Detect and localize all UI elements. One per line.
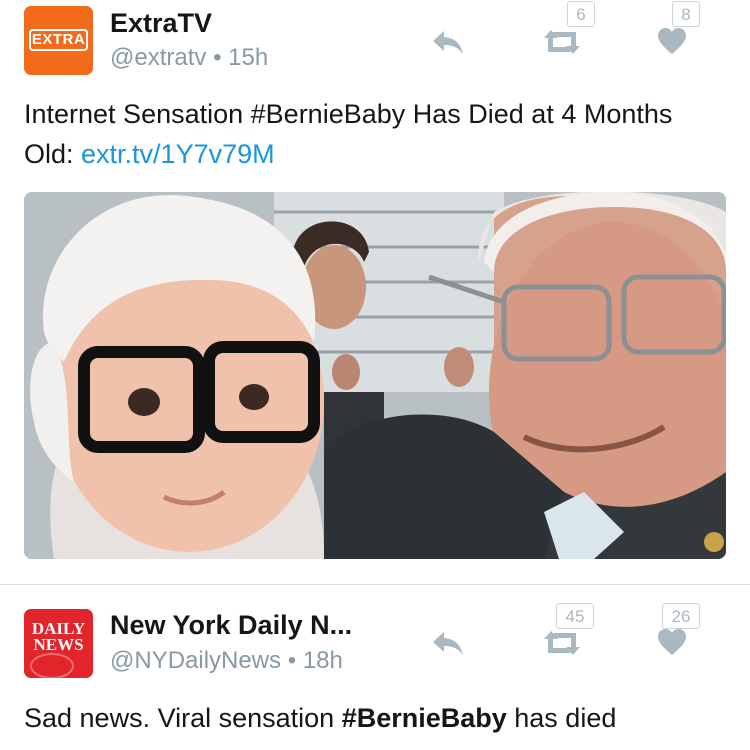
handle[interactable]: @NYDailyNews [110,647,281,674]
separator: • [287,647,297,674]
retweet-icon[interactable] [541,27,583,57]
extra-logo: EXTRA [29,29,88,51]
handle[interactable]: @extratv [110,44,206,71]
timestamp[interactable]: 15h [228,44,268,71]
daily-news-swirl [30,653,74,678]
like-count: 26 [662,603,700,629]
heart-icon[interactable] [657,27,687,55]
handle-line: @extratv • 15h [110,44,268,72]
separator: • [213,44,222,71]
handle-line: @NYDailyNews • 18h [110,647,343,675]
retweet-icon[interactable] [541,628,583,658]
reply-icon[interactable] [430,628,466,658]
avatar-extratv[interactable]: EXTRA [24,6,93,75]
daily-news-logo: DAILY NEWS [24,620,93,654]
retweet-count: 45 [556,603,594,629]
tweet-photo[interactable] [24,192,726,559]
tweet-text-body: Sad news. Viral sensation [24,703,342,733]
tweet-nydailynews[interactable]: DAILY NEWS New York Daily N... @NYDailyN… [0,585,750,750]
tweet-link[interactable]: extr.tv/1Y7v79M [81,139,275,169]
avatar-nydailynews[interactable]: DAILY NEWS [24,609,93,678]
tweet-text-tail: has died [506,703,617,733]
display-name[interactable]: New York Daily N... [110,610,352,641]
heart-icon[interactable] [657,628,687,656]
reply-icon[interactable] [430,27,466,57]
photo-illustration [24,192,726,559]
like-count: 8 [672,1,700,27]
hashtag-link[interactable]: #BernieBaby [342,703,507,733]
tweet-text: Sad news. Viral sensation #BernieBaby ha… [24,698,724,738]
timestamp[interactable]: 18h [303,647,343,674]
tweet-extratv[interactable]: EXTRA ExtraTV @extratv • 15h 6 8 Interne… [0,0,750,584]
display-name[interactable]: ExtraTV [110,8,212,39]
daily-news-logo-line2: NEWS [33,635,84,654]
tweet-text: Internet Sensation #BernieBaby Has Died … [24,94,724,174]
retweet-count: 6 [567,1,595,27]
